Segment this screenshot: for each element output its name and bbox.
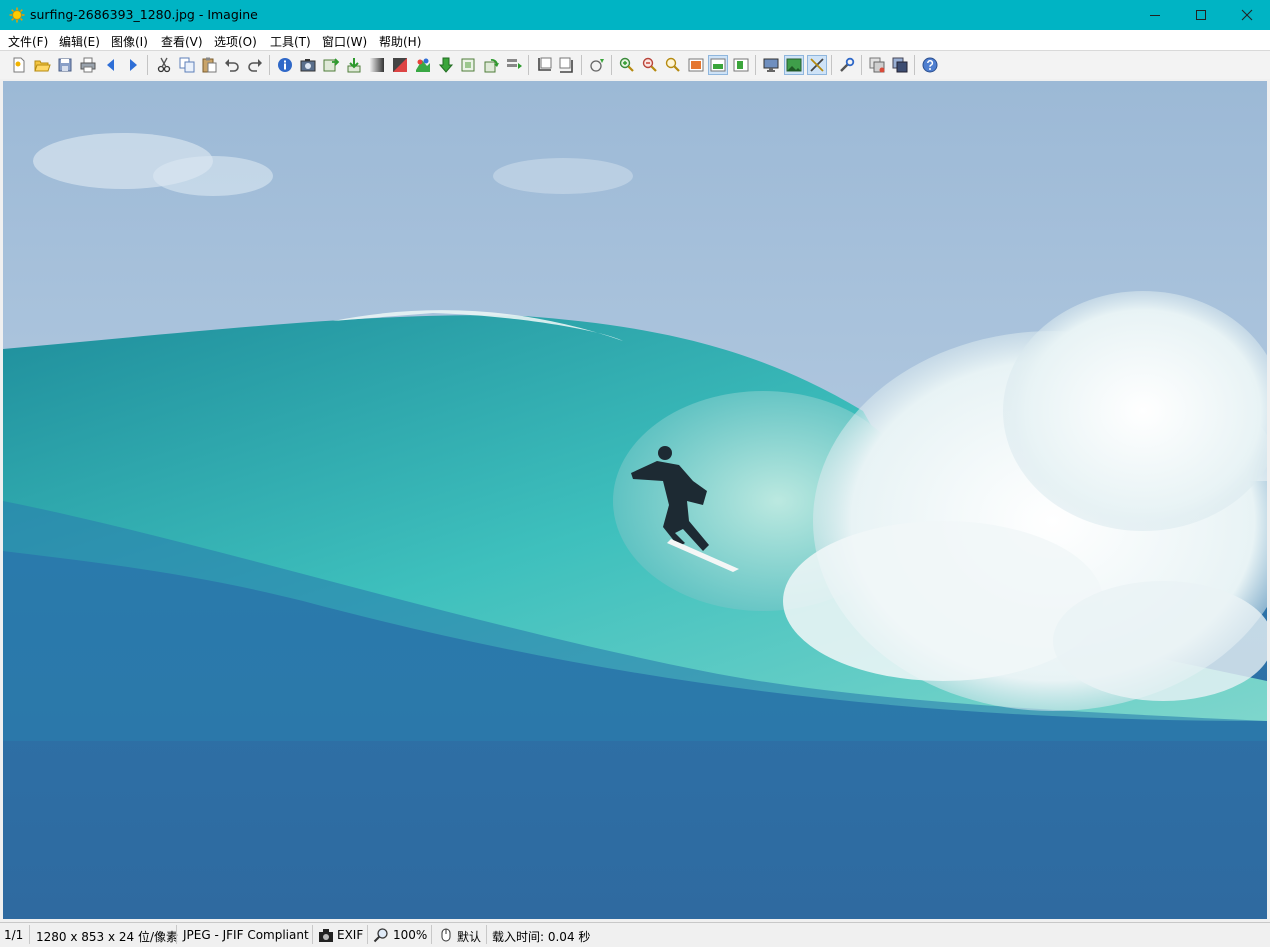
title-bar: surfing-2686393_1280.jpg - Imagine — [0, 0, 1270, 30]
grayscale-icon[interactable] — [368, 56, 386, 74]
open-icon[interactable] — [33, 56, 51, 74]
tools-icon[interactable] — [838, 56, 856, 74]
rotate-icon[interactable] — [482, 56, 500, 74]
window-title: surfing-2686393_1280.jpg - Imagine — [30, 7, 258, 22]
monitor-icon[interactable] — [762, 56, 780, 74]
crop-icon[interactable] — [535, 56, 553, 74]
status-bar: 1/1 1280 x 853 x 24 位/像素 JPEG - JFIF Com… — [0, 922, 1270, 947]
copy-icon[interactable] — [178, 56, 196, 74]
menu-options[interactable]: 选项(O) — [214, 33, 257, 50]
camera-icon[interactable] — [299, 56, 317, 74]
menu-image[interactable]: 图像(I) — [111, 33, 148, 50]
close-icon — [1241, 9, 1253, 21]
menu-bar: 文件(F) 编辑(E) 图像(I) 查看(V) 选项(O) 工具(T) 窗口(W… — [0, 30, 1270, 50]
down-arrow-icon[interactable] — [437, 56, 455, 74]
negative-icon[interactable] — [391, 56, 409, 74]
status-format: JPEG - JFIF Compliant — [183, 928, 309, 942]
new-icon[interactable] — [10, 56, 28, 74]
status-page: 1/1 — [4, 928, 24, 942]
close-button[interactable] — [1224, 0, 1270, 30]
fullscreen-icon[interactable] — [807, 55, 827, 75]
crop-alt-icon[interactable] — [558, 56, 576, 74]
menu-help[interactable]: 帮助(H) — [379, 33, 421, 50]
menu-edit[interactable]: 编辑(E) — [59, 33, 100, 50]
resize-icon[interactable] — [459, 56, 477, 74]
color-icon[interactable] — [414, 56, 432, 74]
redo-icon[interactable] — [246, 56, 264, 74]
info-icon[interactable] — [276, 56, 294, 74]
maximize-icon — [1196, 10, 1206, 20]
save-icon[interactable] — [56, 56, 74, 74]
toolbar — [0, 50, 1270, 80]
displayed-photo — [3, 81, 1267, 919]
menu-view[interactable]: 查看(V) — [161, 33, 203, 50]
fit-window-icon[interactable] — [687, 56, 705, 74]
mouse-icon — [438, 927, 454, 943]
import-icon[interactable] — [345, 56, 363, 74]
minimize-icon — [1150, 15, 1160, 16]
status-zoom[interactable]: 100% — [393, 928, 427, 942]
fit-width-icon[interactable] — [708, 55, 728, 75]
sun-icon — [9, 7, 25, 23]
image-canvas[interactable] — [0, 79, 1270, 922]
maximize-button[interactable] — [1178, 0, 1224, 30]
export-icon[interactable] — [322, 56, 340, 74]
plugins-icon[interactable] — [868, 56, 886, 74]
undo-icon[interactable] — [223, 56, 241, 74]
status-dimensions: 1280 x 853 x 24 位/像素 — [36, 930, 179, 944]
menu-tools[interactable]: 工具(T) — [270, 33, 311, 50]
status-load-time: 载入时间: 0.04 秒 — [492, 930, 591, 944]
menu-file[interactable]: 文件(F) — [8, 33, 48, 50]
batch-icon[interactable] — [505, 56, 523, 74]
zoom-in-icon[interactable] — [618, 56, 636, 74]
next-icon[interactable] — [124, 56, 142, 74]
filter-icon[interactable] — [891, 56, 909, 74]
status-exif[interactable]: EXIF — [337, 928, 363, 942]
zoom-search-icon[interactable] — [664, 56, 682, 74]
menu-window[interactable]: 窗口(W) — [322, 33, 367, 50]
zoom-out-icon[interactable] — [641, 56, 659, 74]
cut-icon[interactable] — [155, 56, 173, 74]
effect-icon[interactable] — [588, 56, 606, 74]
prev-icon[interactable] — [102, 56, 120, 74]
paste-icon[interactable] — [200, 56, 218, 74]
magnifier-icon — [373, 927, 389, 943]
minimize-button[interactable] — [1132, 0, 1178, 30]
print-icon[interactable] — [79, 56, 97, 74]
slideshow-icon[interactable] — [784, 55, 804, 75]
fit-height-icon[interactable] — [732, 56, 750, 74]
status-mode: 默认 — [457, 930, 482, 944]
camera-lock-icon — [318, 927, 334, 943]
help-icon[interactable] — [921, 56, 939, 74]
